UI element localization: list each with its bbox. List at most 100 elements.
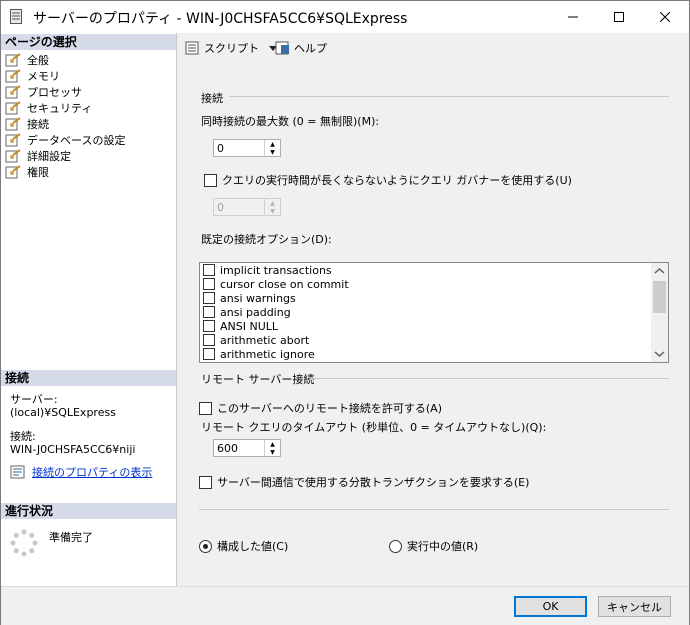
checkbox-box[interactable] bbox=[203, 264, 215, 276]
pages-header: ページの選択 bbox=[1, 34, 176, 50]
checkbox-box[interactable] bbox=[203, 334, 215, 346]
checkbox-box[interactable] bbox=[203, 278, 215, 290]
minimize-icon bbox=[568, 16, 578, 18]
list-item[interactable]: implicit transactions bbox=[200, 263, 668, 277]
window-title: サーバーのプロパティ - WIN-J0CHSFA5CC6¥SQLExpress bbox=[33, 11, 408, 27]
wrench-page-icon bbox=[5, 165, 21, 179]
max-connections-spinner[interactable]: 0 ▲ ▼ bbox=[213, 139, 281, 157]
list-item[interactable]: ansi warnings bbox=[200, 291, 668, 305]
server-icon bbox=[10, 9, 22, 24]
group-divider bbox=[310, 378, 669, 379]
checkbox-box bbox=[199, 401, 212, 415]
page-item-database-settings[interactable]: データベースの設定 bbox=[5, 132, 125, 148]
cancel-button[interactable]: キャンセル bbox=[598, 596, 671, 617]
wrench-page-icon bbox=[5, 149, 21, 163]
toolbar: スクリプト ヘルプ bbox=[177, 33, 689, 63]
wrench-page-icon bbox=[5, 101, 21, 115]
query-governor-spinner[interactable]: 0 ▲ ▼ bbox=[213, 198, 281, 216]
page-item-label: 接続 bbox=[27, 118, 49, 131]
default-options-label: 既定の接続オプション(D): bbox=[201, 233, 332, 246]
ok-button[interactable]: OK bbox=[514, 596, 587, 617]
list-item-label: ANSI NULL bbox=[220, 319, 279, 333]
left-panel: ページの選択 全般 メモリ プロセッサ セキュリティ 接続 データベースの設定 … bbox=[1, 33, 177, 586]
checkbox-box bbox=[199, 475, 212, 489]
script-button[interactable]: スクリプト bbox=[185, 40, 277, 56]
wrench-page-icon bbox=[5, 53, 21, 67]
wrench-page-icon bbox=[5, 85, 21, 99]
remote-timeout-label: リモート クエリのタイムアウト (秒単位、0 = タイムアウトなし)(Q): bbox=[201, 421, 547, 434]
page-item-memory[interactable]: メモリ bbox=[5, 68, 125, 84]
title-bar: サーバーのプロパティ - WIN-J0CHSFA5CC6¥SQLExpress bbox=[1, 1, 689, 33]
script-icon bbox=[185, 41, 199, 55]
list-item[interactable]: ansi padding bbox=[200, 305, 668, 319]
wrench-page-icon bbox=[5, 117, 21, 131]
remote-group-label: リモート サーバー接続 bbox=[201, 373, 315, 386]
progress-status: 準備完了 bbox=[49, 531, 93, 544]
checkbox-box bbox=[204, 173, 217, 187]
spinner-arrows: ▲ ▼ bbox=[264, 140, 280, 156]
help-button[interactable]: ヘルプ bbox=[275, 40, 327, 56]
distributed-transactions-label: サーバー間通信で使用する分散トランザクションを要求する(E) bbox=[217, 476, 530, 489]
connection-label: 接続: bbox=[10, 430, 36, 443]
scroll-down-icon[interactable] bbox=[651, 348, 668, 360]
listbox-scrollbar[interactable] bbox=[651, 263, 668, 362]
spinner-arrows: ▲ ▼ bbox=[264, 440, 280, 456]
page-item-label: メモリ bbox=[27, 70, 60, 83]
page-item-general[interactable]: 全般 bbox=[5, 52, 125, 68]
progress-spinner-icon bbox=[10, 529, 38, 557]
spin-up-icon[interactable]: ▲ bbox=[265, 140, 280, 148]
page-item-permissions[interactable]: 権限 bbox=[5, 164, 125, 180]
spin-down-icon[interactable]: ▼ bbox=[265, 148, 280, 156]
page-item-advanced[interactable]: 詳細設定 bbox=[5, 148, 125, 164]
page-item-label: プロセッサ bbox=[27, 86, 82, 99]
spin-down-icon[interactable]: ▼ bbox=[265, 448, 280, 456]
max-connections-value: 0 bbox=[217, 142, 224, 155]
configured-values-label: 構成した値(C) bbox=[217, 540, 289, 553]
checkbox-box[interactable] bbox=[203, 306, 215, 318]
list-item[interactable]: arithmetic abort bbox=[200, 333, 668, 347]
list-item[interactable]: ANSI NULL bbox=[200, 319, 668, 333]
page-item-label: 権限 bbox=[27, 166, 49, 179]
default-options-listbox[interactable]: implicit transactions cursor close on co… bbox=[199, 262, 669, 363]
right-panel: スクリプト ヘルプ 接続 同時接続の最大数 (0 = 無制限)(M): 0 ▲ … bbox=[177, 33, 689, 586]
running-values-radio[interactable]: 実行中の値(R) bbox=[389, 538, 478, 554]
wrench-page-icon bbox=[5, 69, 21, 83]
close-button[interactable] bbox=[642, 1, 688, 33]
checkbox-box[interactable] bbox=[203, 348, 215, 360]
query-governor-checkbox[interactable]: クエリの実行時間が長くならないようにクエリ ガバナーを使用する(U) bbox=[204, 172, 572, 188]
page-item-processors[interactable]: プロセッサ bbox=[5, 84, 125, 100]
page-item-connections[interactable]: 接続 bbox=[5, 116, 125, 132]
checkbox-box[interactable] bbox=[203, 320, 215, 332]
spin-up-icon[interactable]: ▲ bbox=[265, 440, 280, 448]
spin-up-icon[interactable]: ▲ bbox=[265, 199, 280, 207]
scrollbar-thumb[interactable] bbox=[653, 281, 666, 313]
list-item[interactable]: arithmetic ignore bbox=[200, 347, 668, 361]
server-label: サーバー: bbox=[10, 393, 58, 406]
query-governor-label: クエリの実行時間が長くならないようにクエリ ガバナーを使用する(U) bbox=[222, 174, 572, 187]
maximize-button[interactable] bbox=[596, 1, 642, 33]
spin-down-icon[interactable]: ▼ bbox=[265, 207, 280, 215]
remote-timeout-value: 600 bbox=[217, 442, 238, 455]
connections-group-label: 接続 bbox=[201, 92, 223, 105]
connection-header: 接続 bbox=[1, 370, 176, 386]
connection-value: WIN-J0CHSFA5CC6¥niji bbox=[10, 443, 136, 456]
page-item-label: データベースの設定 bbox=[27, 134, 126, 147]
checkbox-box[interactable] bbox=[203, 292, 215, 304]
remote-timeout-spinner[interactable]: 600 ▲ ▼ bbox=[213, 439, 281, 457]
configured-values-radio[interactable]: 構成した値(C) bbox=[199, 538, 288, 554]
list-item[interactable]: cursor close on commit bbox=[200, 277, 668, 291]
max-connections-label: 同時接続の最大数 (0 = 無制限)(M): bbox=[201, 115, 380, 128]
connection-properties-link[interactable]: 接続のプロパティの表示 bbox=[32, 464, 152, 480]
minimize-button[interactable] bbox=[550, 1, 596, 33]
list-item-label: ansi warnings bbox=[220, 291, 296, 305]
properties-icon bbox=[10, 465, 25, 479]
allow-remote-checkbox[interactable]: このサーバーへのリモート接続を許可する(A) bbox=[199, 400, 442, 416]
maximize-icon bbox=[614, 12, 624, 22]
allow-remote-label: このサーバーへのリモート接続を許可する(A) bbox=[217, 402, 442, 415]
running-values-label: 実行中の値(R) bbox=[407, 540, 479, 553]
radio-circle bbox=[199, 539, 212, 553]
distributed-transactions-checkbox[interactable]: サーバー間通信で使用する分散トランザクションを要求する(E) bbox=[199, 474, 529, 490]
query-governor-value: 0 bbox=[217, 201, 224, 214]
page-item-security[interactable]: セキュリティ bbox=[5, 100, 125, 116]
scroll-up-icon[interactable] bbox=[651, 265, 668, 277]
